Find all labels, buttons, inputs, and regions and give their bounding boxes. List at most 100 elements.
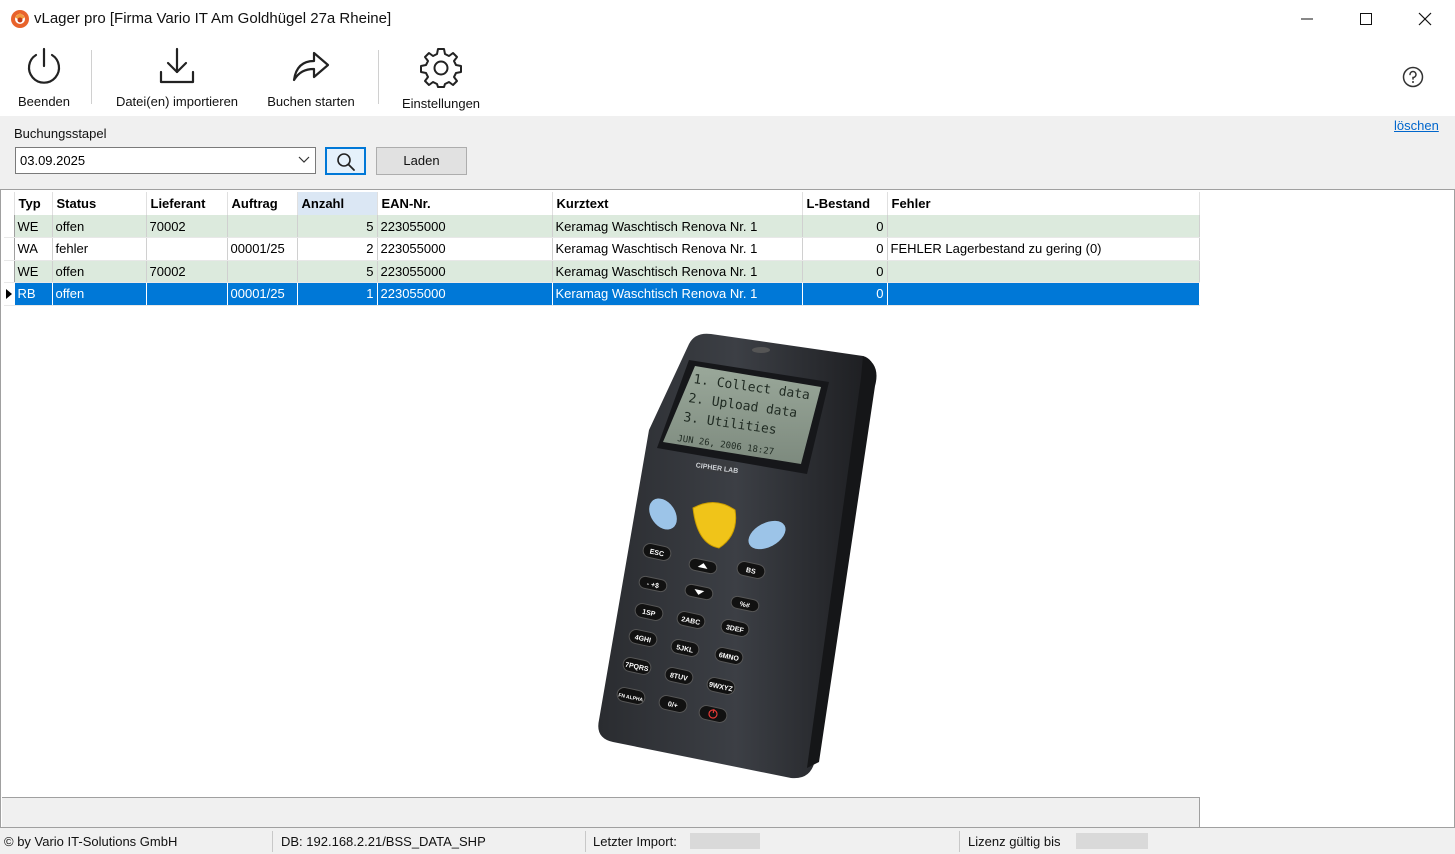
cell-ean[interactable]: 223055000 [377, 215, 553, 238]
cell-fehler[interactable]: FEHLER Lagerbestand zu gering (0) [887, 237, 1200, 261]
col-typ[interactable]: Typ [14, 192, 53, 215]
db-text: DB: 192.168.2.21/BSS_DATA_SHP [281, 834, 486, 849]
search-button[interactable] [325, 147, 366, 175]
dropdown-arrow[interactable] [293, 148, 315, 173]
toolbar: Beenden Datei(en) importieren Buchen sta… [0, 38, 1455, 116]
status-divider [959, 831, 960, 852]
buchen-label: Buchen starten [267, 94, 355, 109]
table-row[interactable]: WE offen 70002 5 223055000 Keramag Wasch… [4, 260, 1200, 283]
col-auftrag[interactable]: Auftrag [227, 192, 298, 215]
cell-anzahl[interactable]: 2 [297, 237, 378, 261]
cell-auftrag[interactable]: 00001/25 [227, 282, 298, 306]
cell-typ[interactable]: WE [14, 215, 53, 238]
cell-kurztext[interactable]: Keramag Waschtisch Renova Nr. 1 [552, 215, 803, 238]
cell-ean[interactable]: 223055000 [377, 237, 553, 261]
table-row[interactable]: WA fehler 00001/25 2 223055000 Keramag W… [4, 237, 1200, 261]
cell-status[interactable]: fehler [52, 237, 147, 261]
cell-lieferant[interactable]: 70002 [146, 260, 228, 283]
import-label: Datei(en) importieren [115, 94, 239, 109]
cell-anzahl[interactable]: 1 [297, 282, 378, 306]
vario-logo-icon [11, 10, 29, 28]
horizontal-scrollbar[interactable] [2, 797, 1200, 827]
cell-lbestand[interactable]: 0 [802, 260, 888, 283]
row-indicator-header [4, 192, 15, 215]
cell-lbestand[interactable]: 0 [802, 237, 888, 261]
chevron-down-icon [298, 156, 310, 163]
cell-status[interactable]: offen [52, 260, 147, 283]
status-divider [272, 831, 273, 852]
toolbar-separator [378, 50, 379, 104]
gear-icon [420, 48, 462, 88]
table-row-selected[interactable]: RB offen 00001/25 1 223055000 Keramag Wa… [4, 282, 1200, 306]
last-import-value-redacted [690, 833, 760, 849]
col-fehler[interactable]: Fehler [887, 192, 1200, 215]
row-indicator[interactable] [4, 237, 15, 261]
booking-grid: Typ Status Lieferant Auftrag Anzahl EAN-… [0, 189, 1455, 827]
cell-ean[interactable]: 223055000 [377, 260, 553, 283]
license-label: Lizenz gültig bis [968, 834, 1061, 849]
table-row[interactable]: WE offen 70002 5 223055000 Keramag Wasch… [4, 215, 1200, 238]
buchen-starten-button[interactable]: Buchen starten [258, 46, 364, 114]
app-window: vLager pro [Firma Vario IT Am Goldhügel … [0, 0, 1455, 854]
beenden-button[interactable]: Beenden [8, 46, 80, 114]
title-bar: vLager pro [Firma Vario IT Am Goldhügel … [0, 0, 1455, 38]
last-import-label: Letzter Import: [593, 834, 677, 849]
share-arrow-icon [292, 51, 330, 82]
buchungsstapel-label: Buchungsstapel [14, 126, 107, 141]
loeschen-link[interactable]: löschen [1394, 118, 1439, 133]
row-indicator-current[interactable] [4, 282, 15, 306]
window-title: vLager pro [Firma Vario IT Am Goldhügel … [34, 10, 392, 27]
cell-lbestand[interactable]: 0 [802, 215, 888, 238]
status-bar: © by Vario IT-Solutions GmbH DB: 192.168… [0, 827, 1455, 854]
cell-typ[interactable]: WA [14, 237, 53, 261]
row-indicator[interactable] [4, 260, 15, 283]
cell-auftrag[interactable] [227, 260, 298, 283]
cell-lieferant[interactable] [146, 282, 228, 306]
col-status[interactable]: Status [52, 192, 147, 215]
cell-kurztext[interactable]: Keramag Waschtisch Renova Nr. 1 [552, 260, 803, 283]
power-icon [27, 47, 61, 84]
col-lbestand[interactable]: L-Bestand [802, 192, 888, 215]
cell-status[interactable]: offen [52, 282, 147, 306]
cell-lieferant[interactable] [146, 237, 228, 261]
filter-bar: Buchungsstapel 03.09.2025 Laden löschen [0, 116, 1455, 189]
cell-lieferant[interactable]: 70002 [146, 215, 228, 238]
date-value: 03.09.2025 [20, 153, 86, 168]
maximize-button[interactable] [1337, 0, 1395, 38]
close-button[interactable] [1396, 0, 1454, 38]
booking-table: Typ Status Lieferant Auftrag Anzahl EAN-… [4, 192, 1200, 306]
help-icon[interactable] [1402, 66, 1424, 88]
laden-button[interactable]: Laden [376, 147, 467, 175]
cell-lbestand[interactable]: 0 [802, 282, 888, 306]
cell-typ[interactable]: RB [14, 282, 53, 306]
minimize-icon [1301, 18, 1313, 20]
cell-auftrag[interactable]: 00001/25 [227, 237, 298, 261]
cell-ean[interactable]: 223055000 [377, 282, 553, 306]
col-kurztext[interactable]: Kurztext [552, 192, 803, 215]
cell-typ[interactable]: WE [14, 260, 53, 283]
cell-fehler[interactable] [887, 215, 1200, 238]
cell-fehler[interactable] [887, 260, 1200, 283]
einstellungen-button[interactable]: Einstellungen [392, 46, 490, 114]
cell-auftrag[interactable] [227, 215, 298, 238]
cell-fehler[interactable] [887, 282, 1200, 306]
cell-anzahl[interactable]: 5 [297, 260, 378, 283]
license-value-redacted [1076, 833, 1148, 849]
beenden-label: Beenden [17, 94, 71, 109]
col-lieferant[interactable]: Lieferant [146, 192, 228, 215]
col-ean[interactable]: EAN-Nr. [377, 192, 553, 215]
current-row-arrow-icon [6, 289, 12, 299]
import-button[interactable]: Datei(en) importieren [104, 46, 250, 114]
cell-status[interactable]: offen [52, 215, 147, 238]
cell-anzahl[interactable]: 5 [297, 215, 378, 238]
minimize-button[interactable] [1278, 0, 1336, 38]
buchungsstapel-dropdown[interactable]: 03.09.2025 [15, 147, 316, 174]
cell-kurztext[interactable]: Keramag Waschtisch Renova Nr. 1 [552, 282, 803, 306]
col-anzahl[interactable]: Anzahl [297, 192, 378, 215]
download-icon [159, 47, 195, 84]
einstellungen-label: Einstellungen [401, 96, 481, 111]
row-indicator[interactable] [4, 215, 15, 238]
search-icon [337, 153, 355, 171]
header-row: Typ Status Lieferant Auftrag Anzahl EAN-… [4, 192, 1200, 215]
cell-kurztext[interactable]: Keramag Waschtisch Renova Nr. 1 [552, 237, 803, 261]
